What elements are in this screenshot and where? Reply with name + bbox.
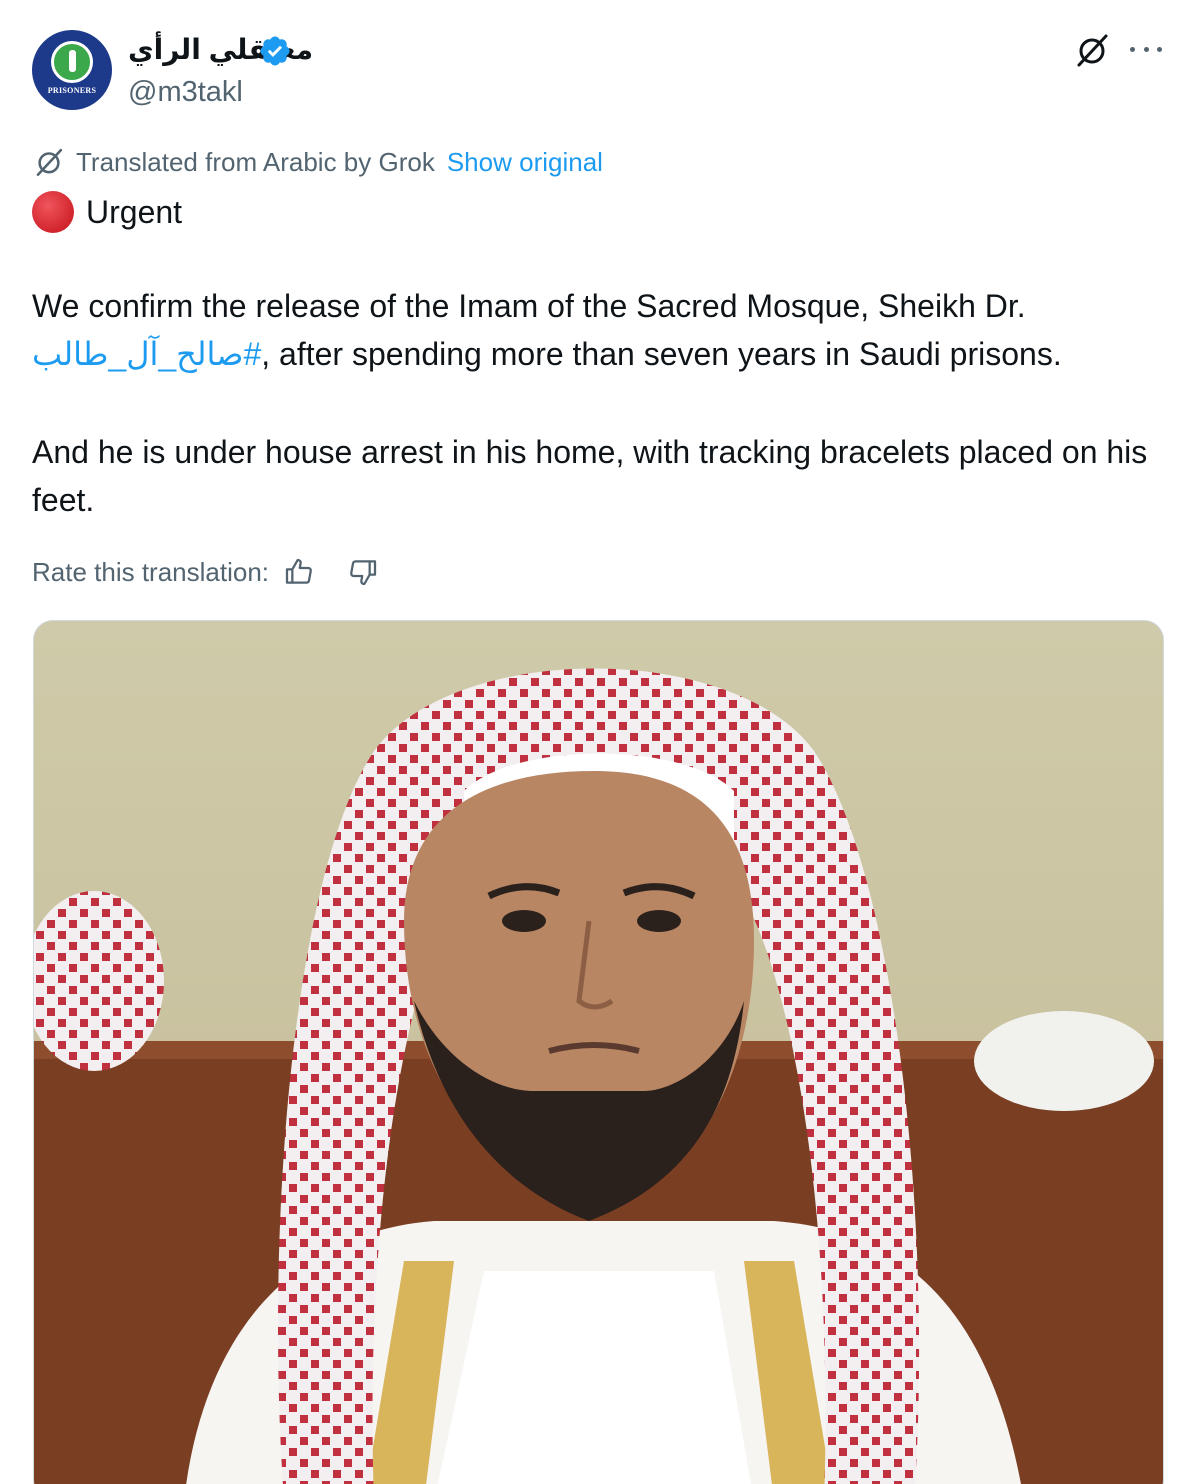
rate-label: Rate this translation:	[32, 556, 270, 587]
post-image[interactable]	[33, 620, 1164, 1484]
user-handle[interactable]: @m3takl	[128, 74, 243, 110]
grok-icon[interactable]	[1072, 30, 1112, 70]
avatar-caption: PRISONERS	[47, 86, 97, 95]
portrait-illustration	[34, 621, 1163, 1484]
post-paragraph-1: We confirm the release of the Imam of th…	[32, 282, 1172, 378]
para1-text-before: We confirm the release of the Imam of th…	[32, 288, 1026, 324]
urgent-line: Urgent	[32, 190, 182, 234]
grok-translate-icon	[36, 148, 63, 177]
show-original-link[interactable]: Show original	[447, 147, 603, 178]
avatar[interactable]: PRISONERS	[32, 30, 112, 110]
urgent-label: Urgent	[86, 193, 183, 230]
verified-badge-icon	[260, 36, 290, 66]
para1-text-after: , after spending more than seven years i…	[261, 336, 1062, 372]
translation-label: Translated from Arabic by Grok	[76, 146, 435, 177]
more-options-icon[interactable]	[1130, 44, 1162, 54]
tweet: PRISONERS معتقلي الرأي @m3takl Translate…	[0, 0, 1198, 1484]
post-paragraph-2: And he is under house arrest in his home…	[32, 434, 1148, 518]
red-circle-icon	[32, 191, 74, 233]
thumbs-up-icon[interactable]	[283, 556, 315, 588]
logo-emblem-icon	[51, 41, 93, 83]
translation-note: Translated from Arabic by Grok Show orig…	[32, 144, 603, 180]
hashtag-link[interactable]: #صالح_آل_طالب	[32, 336, 261, 372]
rate-translation: Rate this translation:	[32, 552, 379, 592]
thumbs-down-icon[interactable]	[347, 556, 379, 588]
